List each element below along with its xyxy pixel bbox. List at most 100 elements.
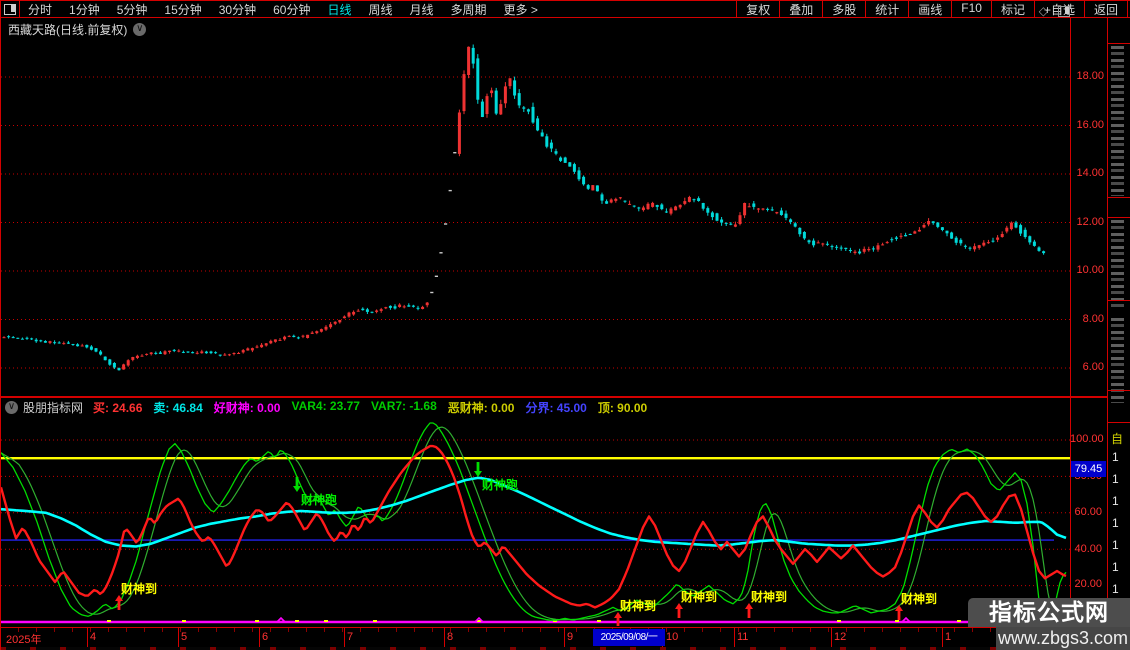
month-label-8: 8 xyxy=(447,631,453,643)
indicator-tick-label: 20.00 xyxy=(1070,578,1102,591)
price-tick-label: 14.00 xyxy=(1072,167,1104,180)
indicator-tick-label: 40.00 xyxy=(1070,543,1102,556)
indicator-field-分界: 分界: 45.00 xyxy=(525,399,586,416)
quote-digit: 1 xyxy=(1112,472,1119,486)
month-divider xyxy=(564,628,565,647)
month-label-7: 7 xyxy=(347,631,353,643)
candlestick-chart[interactable] xyxy=(1,40,1070,396)
month-divider xyxy=(831,628,832,647)
period-tab-月线[interactable]: 月线 xyxy=(410,1,434,18)
period-tab-周线[interactable]: 周线 xyxy=(368,1,392,18)
month-label-4: 4 xyxy=(90,631,96,643)
split-window-icon[interactable] xyxy=(1058,6,1070,17)
indicator-chart[interactable]: 财神到财神到财神到财神到财神到财神跑财神跑 xyxy=(1,418,1070,626)
indicator-header: ∨ 股朋指标网 买: 24.66卖: 46.84好财神: 0.00VAR4: 2… xyxy=(1,397,1107,417)
watermark-url: www.zbgs3.com xyxy=(996,627,1130,650)
svg-text:财神到: 财神到 xyxy=(120,581,157,596)
indicator-tick-label: 100.00 xyxy=(1070,433,1102,446)
indicator-field-好财神: 好财神: 0.00 xyxy=(214,399,281,416)
toolbar-button-复权[interactable]: 复权 xyxy=(736,1,779,18)
page-title: 西藏天路(日线.前复权) xyxy=(8,21,127,38)
crosshair-value-badge: 79.45 xyxy=(1071,461,1106,477)
month-label-5: 5 xyxy=(181,631,187,643)
month-divider xyxy=(734,628,735,647)
month-divider xyxy=(259,628,260,647)
svg-text:财神到: 财神到 xyxy=(619,598,656,613)
window-icon xyxy=(4,4,16,15)
month-divider xyxy=(344,628,345,647)
quote-digit: 1 xyxy=(1112,494,1119,508)
quote-digit: 1 xyxy=(1112,560,1119,574)
month-divider xyxy=(178,628,179,647)
right-edge-strip[interactable]: 自 1 1 1 1 1 1 1 xyxy=(1108,18,1130,650)
crosshair-date-badge: 2025/09/08/一 xyxy=(593,629,665,646)
border-top xyxy=(0,0,1108,1)
quote-digit: 1 xyxy=(1112,538,1119,552)
top-toolbar: 分时 1分钟 5分钟 15分钟 30分钟 60分钟日线周线 月线多周期更多 > 复权叠加多股… xyxy=(0,0,1130,18)
svg-text:财神跑: 财神跑 xyxy=(481,477,518,492)
price-tick-label: 18.00 xyxy=(1072,70,1104,83)
month-divider xyxy=(87,628,88,647)
month-divider xyxy=(444,628,445,647)
period-tab-60分钟[interactable]: 60分钟 xyxy=(273,1,310,18)
quote-digit: 1 xyxy=(1112,450,1119,464)
period-tab-1分钟[interactable]: 1分钟 xyxy=(69,1,100,18)
period-tab-分时[interactable]: 分时 xyxy=(28,1,52,18)
time-axis[interactable]: 2025年 4 5 6 7 8 9 10 11 12 1 2025/09/08/一 xyxy=(1,627,1107,648)
window-menu-button[interactable] xyxy=(0,1,20,17)
indicator-pane-border xyxy=(0,396,1107,397)
month-label-12: 12 xyxy=(834,631,846,643)
price-tick-label: 6.00 xyxy=(1072,361,1104,374)
price-tick-label: 10.00 xyxy=(1072,264,1104,277)
indicator-values: 买: 24.66 卖: 46.84 好财神: 0.00 VAR4: 23.77 VAR7… xyxy=(93,399,658,416)
svg-text:财神到: 财神到 xyxy=(750,589,787,604)
chevron-down-icon[interactable]: ∨ xyxy=(133,23,146,36)
toolbar-button-叠加[interactable]: 叠加 xyxy=(779,1,822,18)
toolbar-button-标记[interactable]: 标记 xyxy=(991,1,1034,18)
tdx-app-window: 分时 1分钟 5分钟 15分钟 30分钟 60分钟日线周线 月线多周期更多 > 复权叠加多股… xyxy=(0,0,1130,650)
indicator-field-卖: 卖: 46.84 xyxy=(153,399,202,416)
price-tick-label: 8.00 xyxy=(1072,313,1104,326)
indicator-tick-label: 60.00 xyxy=(1070,506,1102,519)
month-label-9: 9 xyxy=(567,631,573,643)
chevron-down-icon[interactable]: ∨ xyxy=(5,401,18,414)
month-label-10: 10 xyxy=(666,631,678,643)
border-left xyxy=(0,1,1,650)
toolbar-button-返回[interactable]: 返回 xyxy=(1084,1,1128,18)
indicator-field-顶: 顶: 90.00 xyxy=(598,399,647,416)
indicator-field-VAR7: VAR7: -1.68 xyxy=(371,399,437,416)
month-label-6: 6 xyxy=(262,631,268,643)
month-label-2025年: 2025年 xyxy=(6,631,41,647)
indicator-field-买: 买: 24.66 xyxy=(93,399,142,416)
watermark-title: 指标公式网 xyxy=(968,598,1130,627)
svg-text:财神到: 财神到 xyxy=(900,591,937,606)
vertical-tab-text xyxy=(1111,220,1124,310)
period-tab-15分钟[interactable]: 15分钟 xyxy=(164,1,201,18)
period-tab-5分钟[interactable]: 5分钟 xyxy=(117,1,148,18)
diamond-icon[interactable]: ◇ xyxy=(1039,4,1048,18)
axis-line xyxy=(1070,18,1071,647)
period-menu: 分时 1分钟 5分钟 15分钟 30分钟 60分钟日线周线 月线多周期更多 > xyxy=(28,1,736,18)
month-divider xyxy=(942,628,943,647)
toolbar-button-统计[interactable]: 统计 xyxy=(865,1,908,18)
toolbar-button-画线[interactable]: 画线 xyxy=(908,1,951,18)
quote-digit: 1 xyxy=(1112,582,1119,596)
svg-text:财神到: 财神到 xyxy=(680,589,717,604)
month-label-1: 1 xyxy=(945,631,951,643)
period-tab-30分钟[interactable]: 30分钟 xyxy=(219,1,256,18)
period-tab-多周期[interactable]: 多周期 xyxy=(451,1,487,18)
price-tick-label: 16.00 xyxy=(1072,119,1104,132)
toolbar-button-多股[interactable]: 多股 xyxy=(822,1,865,18)
svg-text:财神跑: 财神跑 xyxy=(300,492,337,507)
price-tick-label: 12.00 xyxy=(1072,216,1104,229)
tab-label-partial[interactable]: 自 xyxy=(1111,430,1123,447)
period-tab-日线[interactable]: 日线 xyxy=(327,1,351,18)
month-label-11: 11 xyxy=(737,631,748,643)
quote-digit: 1 xyxy=(1112,516,1119,530)
indicator-field-VAR4: VAR4: 23.77 xyxy=(291,399,359,416)
indicator-field-恶财神: 恶财神: 0.00 xyxy=(448,399,515,416)
title-corner-icons: ◇ xyxy=(1039,4,1070,18)
title-bar: 西藏天路(日线.前复权) ∨ xyxy=(1,19,1107,39)
toolbar-button-F10[interactable]: F10 xyxy=(951,1,991,18)
period-tab-更多 >[interactable]: 更多 > xyxy=(504,1,538,18)
